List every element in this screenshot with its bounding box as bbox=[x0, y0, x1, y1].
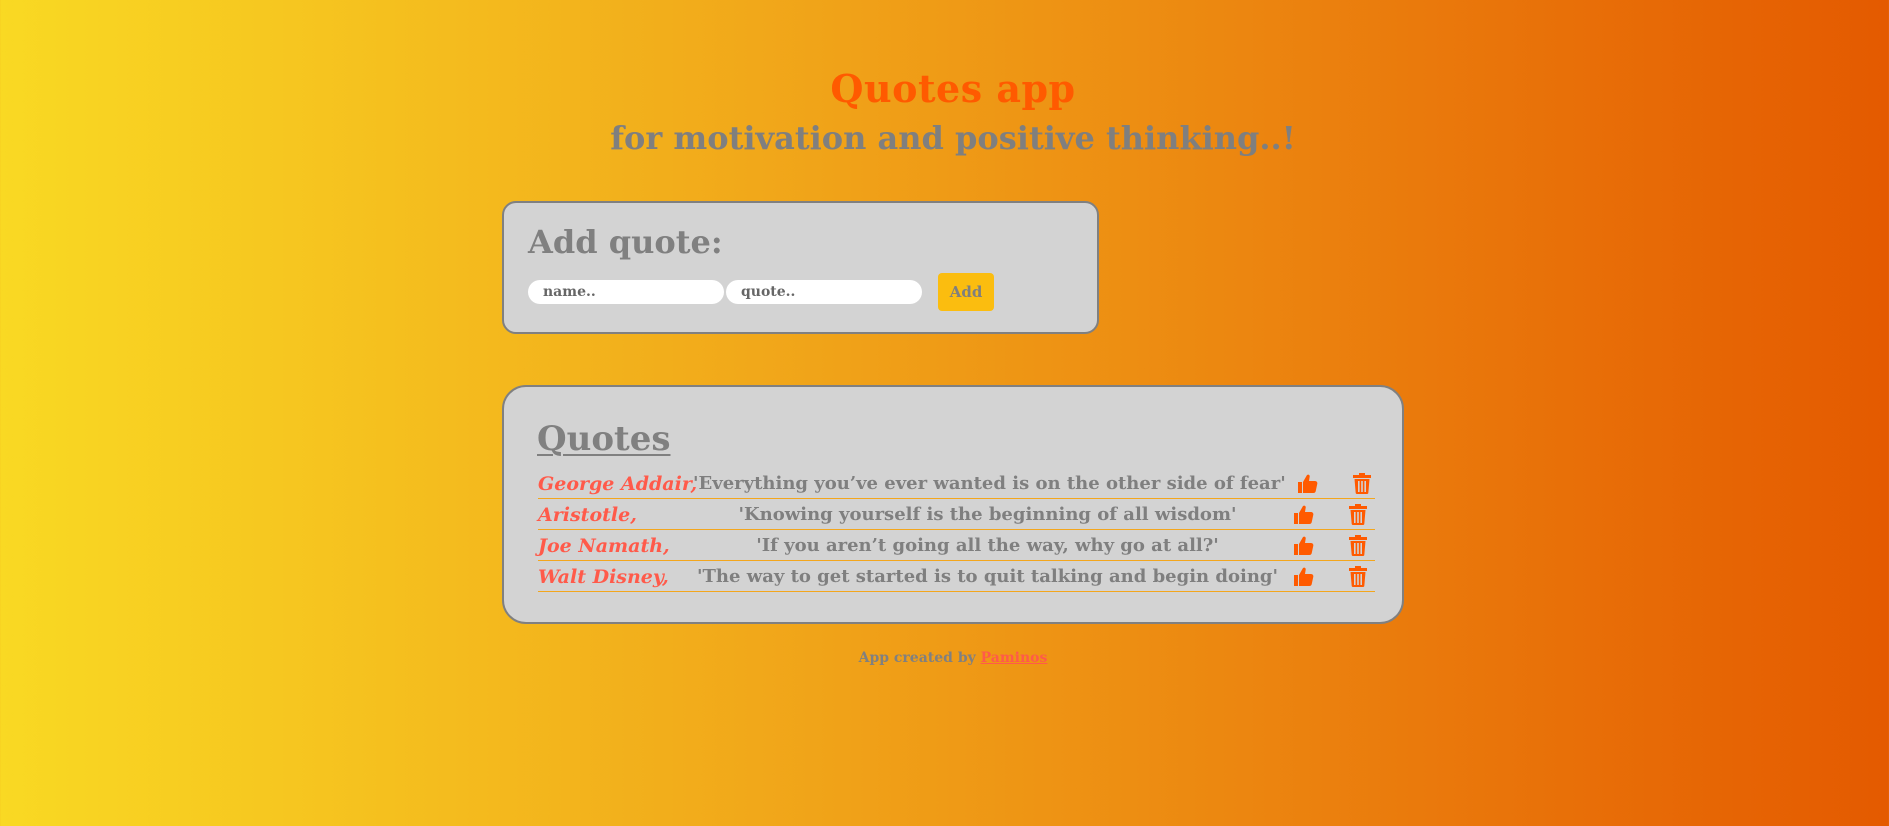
thumbs-up-icon[interactable] bbox=[1292, 534, 1316, 558]
author-link[interactable]: Paminos bbox=[981, 650, 1048, 666]
trash-icon[interactable] bbox=[1346, 534, 1370, 558]
footer: App created by Paminos bbox=[0, 650, 1889, 666]
quotes-title: Quotes bbox=[537, 419, 671, 459]
thumbs-up-icon[interactable] bbox=[1292, 565, 1316, 589]
quote-text: 'Everything you’ve ever wanted is on the… bbox=[693, 473, 1286, 494]
quote-text: 'If you aren’t going all the way, why go… bbox=[756, 535, 1219, 556]
trash-icon[interactable] bbox=[1346, 565, 1370, 589]
quote-author: George Addair, bbox=[538, 472, 698, 495]
add-button[interactable]: Add bbox=[938, 273, 994, 311]
thumbs-up-icon[interactable] bbox=[1292, 503, 1316, 527]
quote-input[interactable] bbox=[726, 280, 922, 304]
quote-row: Aristotle, 'Knowing yourself is the begi… bbox=[538, 500, 1375, 530]
quote-row: Walt Disney, 'The way to get started is … bbox=[538, 562, 1375, 592]
quote-author: Aristotle, bbox=[538, 503, 637, 526]
footer-text: App created by bbox=[858, 650, 981, 666]
thumbs-up-icon[interactable] bbox=[1296, 472, 1320, 496]
quote-row: George Addair, 'Everything you’ve ever w… bbox=[538, 469, 1375, 499]
add-quote-card: Add quote: Add bbox=[502, 201, 1099, 334]
trash-icon[interactable] bbox=[1350, 472, 1374, 496]
page-header: Quotes app for motivation and positive t… bbox=[0, 62, 1889, 160]
quote-text: 'Knowing yourself is the beginning of al… bbox=[738, 504, 1237, 525]
quotes-card: Quotes George Addair, 'Everything you’ve… bbox=[502, 385, 1404, 624]
app-title: Quotes app bbox=[830, 66, 1076, 111]
trash-icon[interactable] bbox=[1346, 503, 1370, 527]
quote-row: Joe Namath, 'If you aren’t going all the… bbox=[538, 531, 1375, 561]
quote-author: Walt Disney, bbox=[538, 565, 669, 588]
app-subtitle: for motivation and positive thinking..! bbox=[610, 119, 1296, 157]
quote-text: 'The way to get started is to quit talki… bbox=[696, 566, 1279, 587]
add-quote-title: Add quote: bbox=[528, 223, 723, 261]
quote-list: George Addair, 'Everything you’ve ever w… bbox=[538, 469, 1375, 593]
name-input[interactable] bbox=[528, 280, 724, 304]
quote-author: Joe Namath, bbox=[538, 534, 670, 557]
